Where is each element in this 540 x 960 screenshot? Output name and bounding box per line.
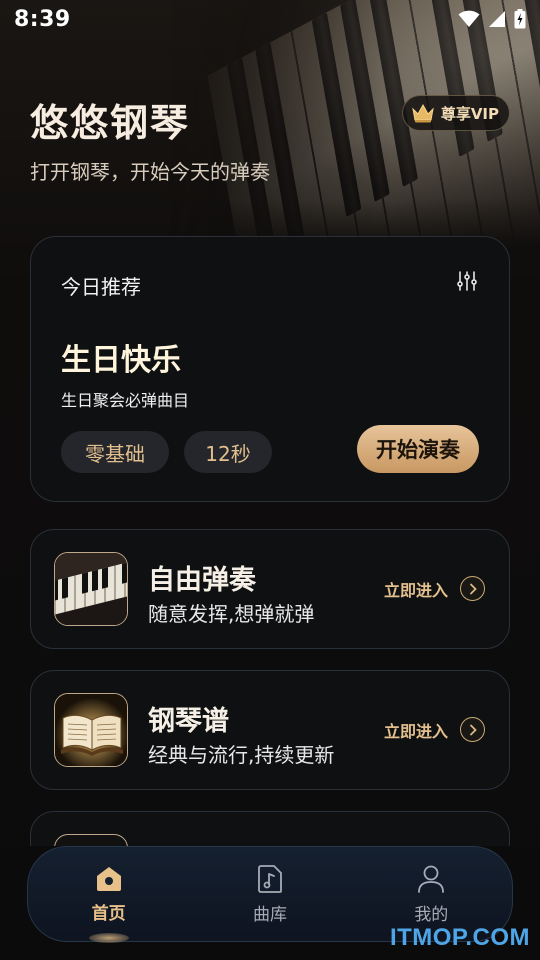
battery-icon (514, 9, 526, 29)
watermark: ITMOP.COM (389, 924, 530, 951)
wifi-icon (458, 10, 480, 27)
open-book-thumbnail (54, 693, 128, 767)
duration-tag: 12秒 (184, 431, 272, 473)
start-playing-button[interactable]: 开始演奏 (357, 425, 479, 473)
enter-link[interactable]: 立即进入 (384, 717, 485, 742)
feature-description: 经典与流行,持续更新 (148, 743, 335, 767)
user-icon (418, 865, 445, 893)
song-description: 生日聚会必弹曲目 (61, 391, 190, 410)
status-bar: 8:39 (0, 0, 540, 38)
nav-home[interactable]: 首页 (28, 847, 189, 943)
app-subtitle: 打开钢琴，开始今天的弹奏 (30, 160, 270, 184)
chevron-right-icon (460, 717, 485, 742)
music-library-icon (258, 864, 282, 893)
nav-label: 曲库 (252, 904, 287, 925)
vip-button[interactable]: 尊享VIP (401, 95, 510, 131)
filter-settings-icon[interactable] (455, 269, 479, 293)
sheet-music-card[interactable]: 钢琴谱 经典与流行,持续更新 立即进入 (30, 670, 510, 790)
crown-icon (412, 103, 434, 123)
home-icon (96, 866, 121, 891)
free-play-card[interactable]: 自由弹奏 随意发挥,想弹就弹 立即进入 (30, 529, 510, 649)
status-time: 8:39 (14, 6, 71, 32)
recommendation-label: 今日推荐 (61, 275, 141, 299)
feature-description: 随意发挥,想弹就弹 (148, 602, 315, 626)
enter-label: 立即进入 (383, 721, 448, 741)
nav-label: 首页 (91, 903, 126, 924)
nav-label: 我的 (414, 904, 449, 925)
song-title: 生日快乐 (61, 343, 181, 378)
vip-label: 尊享VIP (440, 104, 499, 123)
nav-library[interactable]: 曲库 (189, 847, 350, 941)
enter-label: 立即进入 (383, 580, 448, 600)
daily-recommendation-card[interactable]: 今日推荐 生日快乐 生日聚会必弹曲目 零基础 12秒 开始演奏 (30, 236, 510, 502)
difficulty-tag: 零基础 (61, 431, 169, 473)
piano-keys-thumbnail (54, 552, 128, 626)
feature-title: 自由弹奏 (148, 565, 256, 596)
signal-icon (489, 11, 505, 27)
enter-link[interactable]: 立即进入 (384, 576, 485, 601)
feature-title: 钢琴谱 (148, 706, 229, 737)
chevron-right-icon (460, 576, 485, 601)
app-screen: 8:39 悠悠钢琴 打开钢琴，开始今天的弹奏 尊享VIP 今日推荐 生日快乐 生… (0, 0, 540, 960)
app-title: 悠悠钢琴 (30, 101, 191, 145)
